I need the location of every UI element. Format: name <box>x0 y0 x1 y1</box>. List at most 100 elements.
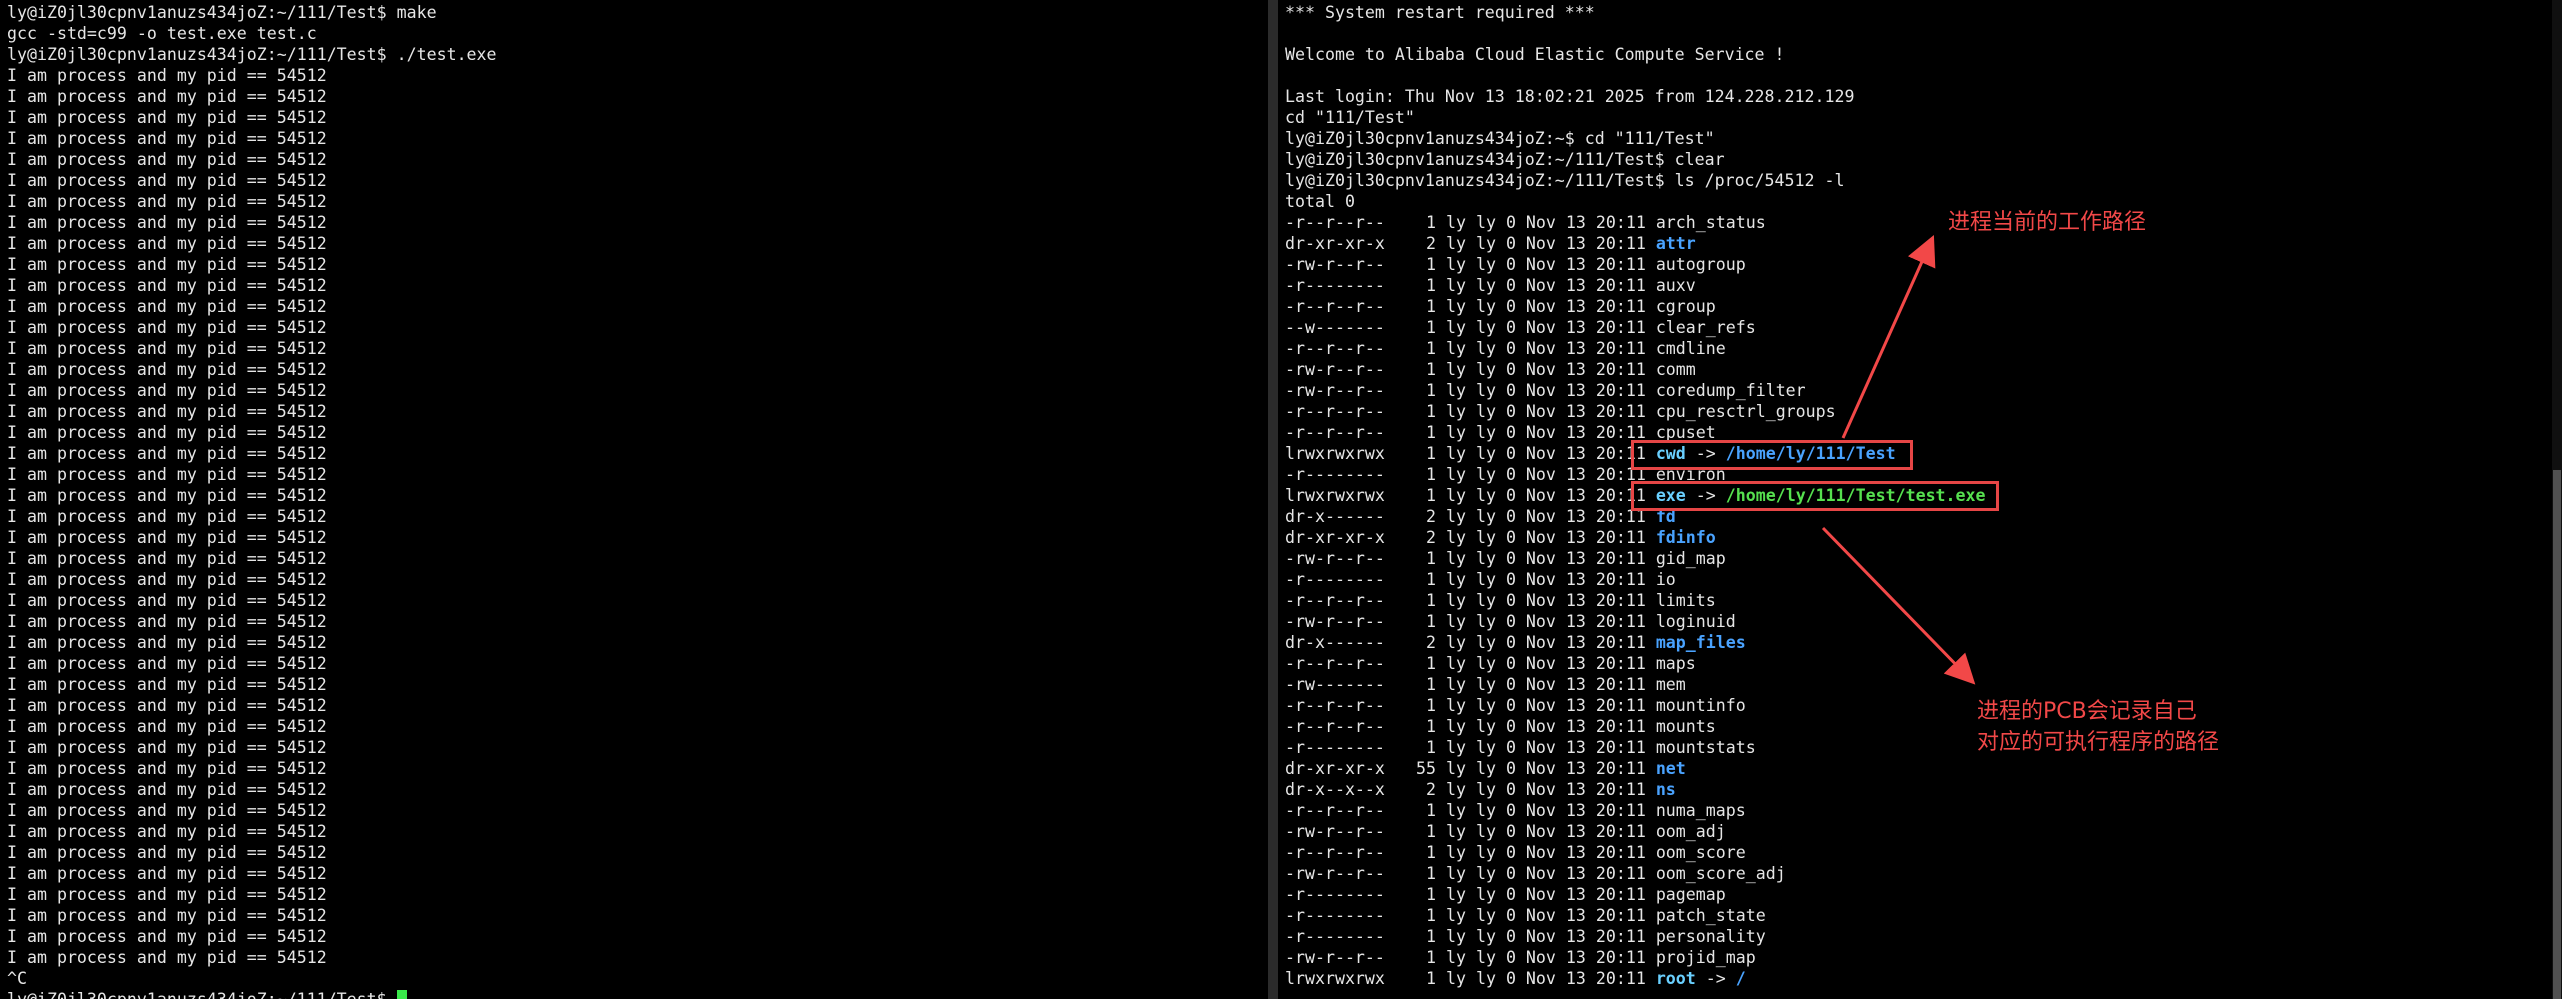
terminal-line: I am process and my pid == 54512 <box>7 591 327 610</box>
ls-link-count: 2 <box>1426 234 1436 253</box>
terminal-line: ly@iZ0jl30cpnv1anuzs434joZ:~/111/Test$ .… <box>7 45 497 64</box>
ls-link-count: 1 <box>1426 549 1436 568</box>
terminal-line: *** System restart required *** <box>1285 3 1595 22</box>
ls-meta: ly ly 0 Nov 13 20:11 <box>1446 675 1646 694</box>
ls-link-count: 1 <box>1426 360 1436 379</box>
ls-link-count: 1 <box>1426 948 1436 967</box>
terminal-line: I am process and my pid == 54512 <box>7 570 327 589</box>
ls-meta: ly ly 0 Nov 13 20:11 <box>1446 717 1646 736</box>
ls-entry-row: -r--r--r-- 1 ly ly 0 Nov 13 20:11 mountin… <box>1285 695 2562 716</box>
left-terminal[interactable]: ly@iZ0jl30cpnv1anuzs434joZ:~/111/Test$ m… <box>0 0 1268 999</box>
ls-link-count: 1 <box>1426 864 1436 883</box>
ls-entry-name: clear_refs <box>1655 318 1756 337</box>
ls-meta: ly ly 0 Nov 13 20:11 <box>1446 822 1646 841</box>
ls-entry-row: --w------- 1 ly ly 0 Nov 13 20:11 clear_r… <box>1285 317 2562 338</box>
ls-link-count: 1 <box>1426 465 1436 484</box>
ls-link-count: 1 <box>1426 738 1436 757</box>
ls-meta: ly ly 0 Nov 13 20:11 <box>1446 948 1646 967</box>
terminal-line: I am process and my pid == 54512 <box>7 633 327 652</box>
ls-entry-name: auxv <box>1655 276 1696 295</box>
ls-link-count: 1 <box>1426 213 1436 232</box>
terminal-line: I am process and my pid == 54512 <box>7 612 327 631</box>
terminal-line: ^C <box>7 969 27 988</box>
terminal-line: Welcome to Alibaba Cloud Elastic Compute… <box>1285 45 1785 64</box>
ls-entry-row: -rw------- 1 ly ly 0 Nov 13 20:11 mem <box>1285 674 2562 695</box>
exe-annotation-line1: 进程的PCB会记录自己 <box>1977 699 2197 724</box>
ls-entry-name: loginuid <box>1655 612 1736 631</box>
ls-entry-row: -r--r--r-- 1 ly ly 0 Nov 13 20:11 arch_st… <box>1285 212 2562 233</box>
terminal-line: I am process and my pid == 54512 <box>7 465 327 484</box>
terminal-line: I am process and my pid == 54512 <box>7 318 327 337</box>
exe-highlight-box <box>1631 481 1999 511</box>
ls-permissions: -rw-r--r-- <box>1285 360 1385 379</box>
ls-entry-name: cmdline <box>1655 339 1726 358</box>
terminal-line: I am process and my pid == 54512 <box>7 801 327 820</box>
ls-link-count: 1 <box>1426 906 1436 925</box>
ls-entry-name: arch_status <box>1655 213 1766 232</box>
ls-permissions: dr-xr-xr-x <box>1285 528 1385 547</box>
right-terminal-scrollbar[interactable] <box>2552 0 2562 999</box>
ls-entry-row: -r-------- 1 ly ly 0 Nov 13 20:11 pagemap <box>1285 884 2562 905</box>
ls-entry-name: net <box>1655 759 1686 778</box>
terminal-line: I am process and my pid == 54512 <box>7 738 327 757</box>
ls-link-count: 1 <box>1426 297 1436 316</box>
ls-meta: ly ly 0 Nov 13 20:11 <box>1446 360 1646 379</box>
ls-link-count: 1 <box>1426 276 1436 295</box>
ls-permissions: lrwxrwxrwx <box>1285 969 1385 988</box>
cwd-annotation: 进程当前的工作路径 <box>1948 210 2147 235</box>
ls-permissions: -rw-r--r-- <box>1285 612 1385 631</box>
ls-permissions: -rw-r--r-- <box>1285 549 1385 568</box>
left-terminal-output: ly@iZ0jl30cpnv1anuzs434joZ:~/111/Test$ m… <box>7 2 1268 999</box>
ls-entry-row: -r--r--r-- 1 ly ly 0 Nov 13 20:11 maps <box>1285 653 2562 674</box>
terminal-line: I am process and my pid == 54512 <box>7 822 327 841</box>
ls-entry-row: lrwxrwxrwx 1 ly ly 0 Nov 13 20:11 root ->… <box>1285 969 1746 988</box>
ls-entry-name: mem <box>1655 675 1686 694</box>
ls-permissions: -r-------- <box>1285 927 1385 946</box>
terminal-line: Last login: Thu Nov 13 18:02:21 2025 fro… <box>1285 87 1855 106</box>
ls-entry-row: dr-x--x--x 2 ly ly 0 Nov 13 20:11 ns <box>1285 779 2562 800</box>
terminal-line: I am process and my pid == 54512 <box>7 654 327 673</box>
ls-meta: ly ly 0 Nov 13 20:11 <box>1446 612 1646 631</box>
ls-permissions: -r--r--r-- <box>1285 402 1385 421</box>
ls-link-count: 1 <box>1426 591 1436 610</box>
ls-permissions: -r-------- <box>1285 885 1385 904</box>
ls-permissions: -rw-r--r-- <box>1285 948 1385 967</box>
ls-meta: ly ly 0 Nov 13 20:11 <box>1446 423 1646 442</box>
ls-entry-row: -rw-r--r-- 1 ly ly 0 Nov 13 20:11 comm <box>1285 359 2562 380</box>
terminal-line: I am process and my pid == 54512 <box>7 360 327 379</box>
ls-entry-row: -rw-r--r-- 1 ly ly 0 Nov 13 20:11 projid_… <box>1285 947 2562 968</box>
terminal-line: I am process and my pid == 54512 <box>7 864 327 883</box>
ls-link-count: 2 <box>1426 633 1436 652</box>
terminal-line: I am process and my pid == 54512 <box>7 843 327 862</box>
ls-entry-row: lrwxrwxrwx 1 ly ly 0 Nov 13 20:11 cwd -> … <box>1285 444 1896 463</box>
ls-entry-row: -r--r--r-- 1 ly ly 0 Nov 13 20:11 cmdline <box>1285 338 2562 359</box>
ls-entry-name: map_files <box>1655 633 1746 652</box>
cwd-highlight-box <box>1631 440 1913 470</box>
ls-entry-name: oom_score_adj <box>1655 864 1786 883</box>
ls-meta: ly ly 0 Nov 13 20:11 <box>1446 633 1646 652</box>
terminal-line: I am process and my pid == 54512 <box>7 927 327 946</box>
ls-meta: ly ly 0 Nov 13 20:11 <box>1446 297 1646 316</box>
ls-meta: ly ly 0 Nov 13 20:11 <box>1446 381 1646 400</box>
ls-entry-name: cgroup <box>1655 297 1716 316</box>
terminal-line: I am process and my pid == 54512 <box>7 696 327 715</box>
ls-permissions: -r--r--r-- <box>1285 717 1385 736</box>
scrollbar-thumb[interactable] <box>2553 470 2561 999</box>
ls-entry-row: -rw-r--r-- 1 ly ly 0 Nov 13 20:11 gid_map <box>1285 548 2562 569</box>
ls-entry-row: -rw-r--r-- 1 ly ly 0 Nov 13 20:11 autogro… <box>1285 254 2562 275</box>
ls-meta: ly ly 0 Nov 13 20:11 <box>1446 507 1646 526</box>
terminal-line: I am process and my pid == 54512 <box>7 234 327 253</box>
ls-entry-name: projid_map <box>1655 948 1756 967</box>
ls-entry-name: ns <box>1655 780 1676 799</box>
ls-entry-name: comm <box>1655 360 1696 379</box>
ls-permissions: -r--r--r-- <box>1285 339 1385 358</box>
ls-entry-row: -r--r--r-- 1 ly ly 0 Nov 13 20:11 limits <box>1285 590 2562 611</box>
ls-entry-row: -r-------- 1 ly ly 0 Nov 13 20:11 mountst… <box>1285 737 2562 758</box>
ls-permissions: -rw------- <box>1285 675 1385 694</box>
ls-link-count: 1 <box>1426 675 1436 694</box>
terminal-line: gcc -std=c99 -o test.exe test.c <box>7 24 317 43</box>
terminal-prompt-line[interactable]: ly@iZ0jl30cpnv1anuzs434joZ:~/111/Test$ <box>7 989 1268 999</box>
terminal-line: I am process and my pid == 54512 <box>7 549 327 568</box>
ls-permissions: lrwxrwxrwx <box>1285 444 1385 463</box>
